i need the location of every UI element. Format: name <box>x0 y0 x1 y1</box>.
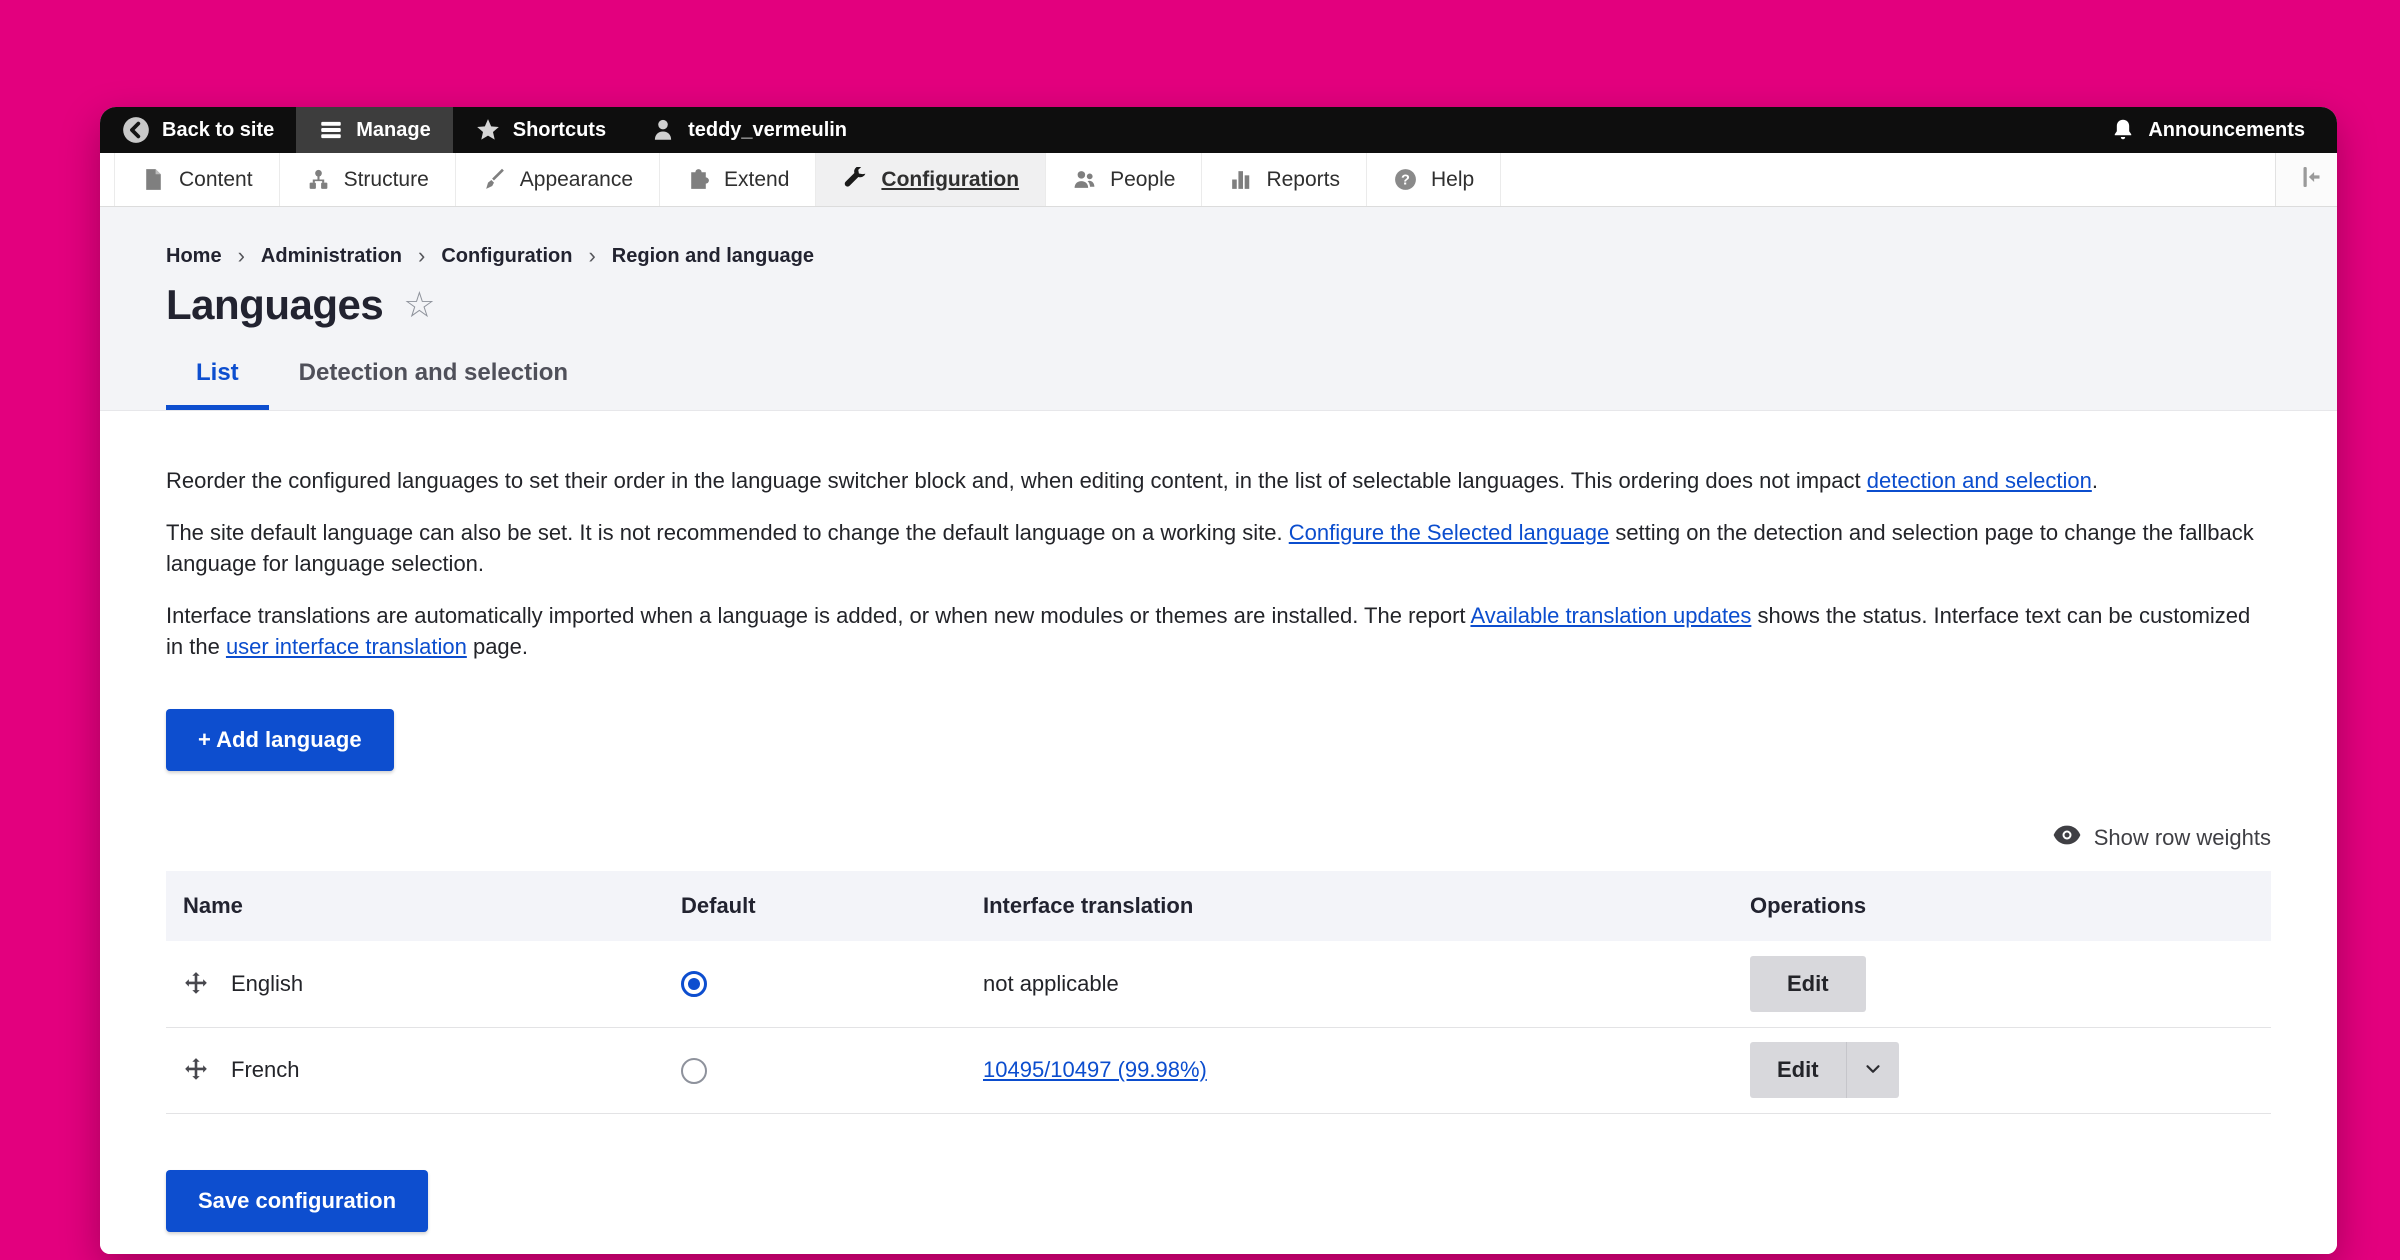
toolbar-orientation-toggle[interactable] <box>2275 153 2337 206</box>
paragraph-text: . <box>2092 468 2098 493</box>
menu-label: Appearance <box>520 168 633 192</box>
menu-label: Structure <box>344 168 429 192</box>
collapse-left-icon <box>2292 162 2322 197</box>
tab-list[interactable]: List <box>166 359 269 410</box>
user-icon <box>650 117 676 143</box>
language-name: English <box>231 971 303 997</box>
default-radio-english[interactable] <box>681 971 707 997</box>
menu-item-configuration[interactable]: Configuration <box>816 153 1046 206</box>
edit-split-button: Edit <box>1750 1042 1899 1098</box>
announcements-button[interactable]: Announcements <box>2088 107 2337 153</box>
toolbar-spacer <box>869 107 2088 153</box>
intro-paragraph-1: Reorder the configured languages to set … <box>166 465 2271 496</box>
column-header-name: Name <box>166 871 681 941</box>
save-configuration-button[interactable]: Save configuration <box>166 1170 428 1232</box>
column-header-interface-translation: Interface translation <box>983 871 1750 941</box>
detection-and-selection-link[interactable]: detection and selection <box>1867 468 2092 493</box>
eye-icon <box>2052 823 2082 853</box>
column-header-operations: Operations <box>1750 871 2271 941</box>
interface-translation-value: not applicable <box>983 971 1119 996</box>
primary-tabs: List Detection and selection <box>166 359 2271 410</box>
menu-label: Extend <box>724 168 789 192</box>
tab-detection-and-selection[interactable]: Detection and selection <box>269 359 598 410</box>
intro-paragraph-2: The site default language can also be se… <box>166 517 2271 579</box>
user-menu-item[interactable]: teddy_vermeulin <box>628 107 869 153</box>
menu-item-appearance[interactable]: Appearance <box>456 153 660 206</box>
menu-label: Content <box>179 168 253 192</box>
menu-item-help[interactable]: ? Help <box>1367 153 1501 206</box>
configure-selected-language-link[interactable]: Configure the Selected language <box>1289 520 1609 545</box>
browser-window: Back to site Manage Shortcuts teddy_verm… <box>100 107 2337 1254</box>
back-to-site-label: Back to site <box>162 119 274 142</box>
paragraph-text: Interface translations are automatically… <box>166 603 1470 628</box>
translation-status-link[interactable]: 10495/10497 (99.98%) <box>983 1057 1207 1082</box>
add-language-button[interactable]: + Add language <box>166 709 394 771</box>
intro-paragraph-3: Interface translations are automatically… <box>166 600 2271 662</box>
show-row-weights-label: Show row weights <box>2094 825 2271 851</box>
bell-icon <box>2110 117 2136 143</box>
breadcrumb-configuration[interactable]: Configuration <box>441 245 572 268</box>
help-icon: ? <box>1393 167 1418 192</box>
main-content: Reorder the configured languages to set … <box>100 411 2337 1254</box>
paragraph-text: The site default language can also be se… <box>166 520 1289 545</box>
hamburger-icon <box>318 117 344 143</box>
breadcrumb-separator: › <box>238 243 245 269</box>
back-to-site-button[interactable]: Back to site <box>100 107 296 153</box>
breadcrumb-separator: › <box>588 243 595 269</box>
drag-handle-icon[interactable] <box>183 1057 209 1083</box>
breadcrumb-home[interactable]: Home <box>166 245 222 268</box>
announcements-label: Announcements <box>2148 119 2305 142</box>
structure-icon <box>306 167 331 192</box>
available-translation-updates-link[interactable]: Available translation updates <box>1470 603 1751 628</box>
menu-label: Help <box>1431 168 1474 192</box>
wrench-icon <box>842 167 868 193</box>
menu-item-reports[interactable]: Reports <box>1202 153 1367 206</box>
breadcrumb: Home › Administration › Configuration › … <box>166 243 2271 269</box>
user-interface-translation-link[interactable]: user interface translation <box>226 634 467 659</box>
breadcrumb-separator: › <box>418 243 425 269</box>
manage-label: Manage <box>356 119 430 142</box>
language-name: French <box>231 1057 299 1083</box>
paragraph-text: Reorder the configured languages to set … <box>166 468 1867 493</box>
table-header-row: Name Default Interface translation Opera… <box>166 871 2271 941</box>
favorite-star-icon[interactable]: ☆ <box>403 287 435 323</box>
shortcuts-menu-item[interactable]: Shortcuts <box>453 107 628 153</box>
edit-button-english[interactable]: Edit <box>1750 956 1866 1012</box>
chevron-down-icon <box>1862 1058 1884 1083</box>
menu-label: People <box>1110 168 1175 192</box>
people-icon <box>1072 167 1097 192</box>
back-icon <box>122 116 150 144</box>
menu-item-people[interactable]: People <box>1046 153 1202 206</box>
manage-menu-item[interactable]: Manage <box>296 107 452 153</box>
page-header: Home › Administration › Configuration › … <box>100 207 2337 411</box>
breadcrumb-administration[interactable]: Administration <box>261 245 402 268</box>
username-label: teddy_vermeulin <box>688 119 847 142</box>
edit-button-french[interactable]: Edit <box>1750 1042 1846 1098</box>
languages-table: Name Default Interface translation Opera… <box>166 871 2271 1114</box>
menu-label: Reports <box>1266 168 1340 192</box>
column-header-default: Default <box>681 871 983 941</box>
shortcuts-label: Shortcuts <box>513 119 606 142</box>
show-row-weights-toggle[interactable]: Show row weights <box>166 823 2271 853</box>
edit-dropdown-toggle[interactable] <box>1846 1042 1899 1098</box>
admin-menu-bar: Content Structure Appearance Extend Conf… <box>100 153 2337 207</box>
content-icon <box>141 167 166 192</box>
default-radio-french[interactable] <box>681 1058 707 1084</box>
appearance-icon <box>482 167 507 192</box>
breadcrumb-region-and-language[interactable]: Region and language <box>612 245 814 268</box>
bar-chart-icon <box>1228 167 1253 192</box>
extend-icon <box>686 167 711 192</box>
drag-handle-icon[interactable] <box>183 971 209 997</box>
table-row-french: French 10495/10497 (99.98%) Edit <box>166 1027 2271 1113</box>
menu-item-extend[interactable]: Extend <box>660 153 816 206</box>
paragraph-text: page. <box>467 634 528 659</box>
svg-text:?: ? <box>1401 173 1410 189</box>
star-icon <box>475 117 501 143</box>
table-row-english: English not applicable Edit <box>166 941 2271 1027</box>
menu-label: Configuration <box>881 168 1019 192</box>
admin-toolbar: Back to site Manage Shortcuts teddy_verm… <box>100 107 2337 153</box>
menu-item-structure[interactable]: Structure <box>280 153 456 206</box>
page-title: Languages <box>166 281 383 329</box>
menu-item-content[interactable]: Content <box>114 153 280 206</box>
